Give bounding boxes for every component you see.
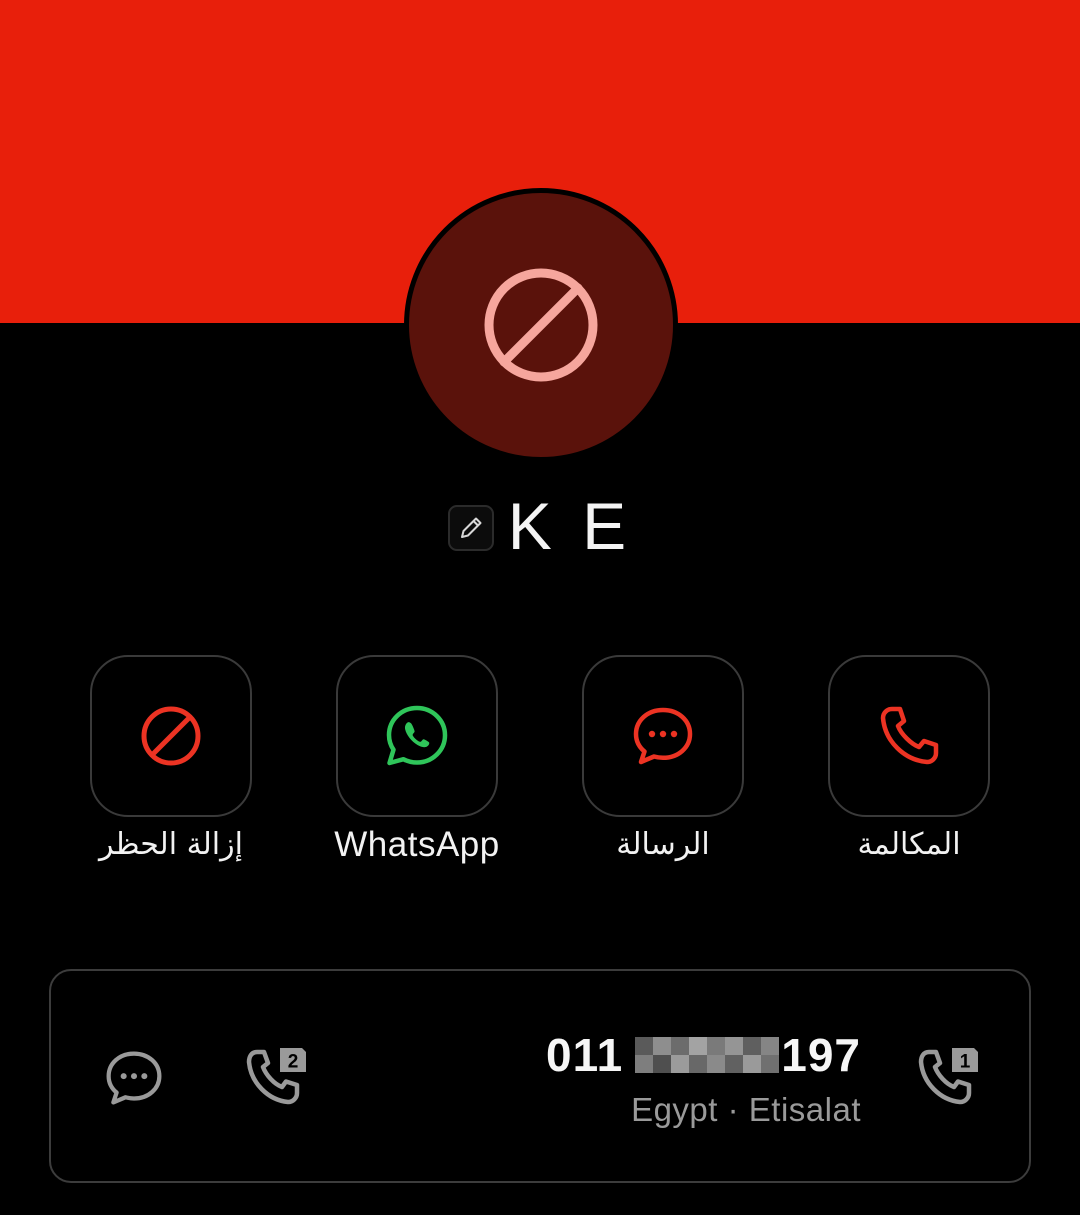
phone-number: 011 197 bbox=[546, 1027, 861, 1083]
send-message-button[interactable] bbox=[101, 1045, 167, 1111]
unblock-action[interactable]: إزالة الحظر bbox=[88, 655, 254, 865]
unblock-label: إزالة الحظر bbox=[99, 827, 243, 862]
call-button[interactable] bbox=[828, 655, 990, 817]
contact-name: K E bbox=[507, 489, 633, 563]
phone-number-prefix: 011 bbox=[546, 1029, 624, 1081]
whatsapp-label: WhatsApp bbox=[334, 825, 500, 864]
phone-number-suffix: 197 bbox=[781, 1029, 861, 1081]
call-sim2-button[interactable]: 2 bbox=[243, 1043, 311, 1111]
phone-number-card[interactable]: 2 011 197 Egypt · Etisalat 1 bbox=[49, 969, 1031, 1183]
block-icon bbox=[484, 268, 598, 382]
block-icon bbox=[141, 706, 201, 766]
edit-name-button[interactable] bbox=[447, 505, 494, 551]
whatsapp-icon bbox=[386, 705, 448, 766]
sim2-label: 2 bbox=[288, 1052, 299, 1073]
call-label: المكالمة bbox=[857, 827, 961, 862]
message-label: الرسالة bbox=[616, 827, 710, 862]
sim1-call-icon: 1 bbox=[918, 1048, 978, 1105]
whatsapp-button[interactable] bbox=[336, 655, 498, 817]
sim1-label: 1 bbox=[960, 1052, 971, 1073]
message-action[interactable]: الرسالة bbox=[580, 655, 746, 865]
redacted-number-block bbox=[635, 1037, 780, 1073]
message-icon bbox=[633, 707, 693, 765]
contact-name-row: K E bbox=[0, 488, 1080, 564]
carrier-label: Egypt · Etisalat bbox=[631, 1091, 861, 1128]
avatar[interactable] bbox=[404, 188, 678, 462]
call-sim1-button[interactable]: 1 bbox=[915, 1043, 983, 1111]
sim2-call-icon: 2 bbox=[246, 1048, 306, 1105]
call-action[interactable]: المكالمة bbox=[826, 655, 992, 865]
pencil-icon bbox=[460, 517, 482, 538]
message-icon bbox=[106, 1051, 162, 1105]
unblock-button[interactable] bbox=[90, 655, 252, 817]
whatsapp-action[interactable]: WhatsApp bbox=[334, 655, 500, 865]
message-button[interactable] bbox=[582, 655, 744, 817]
phone-icon bbox=[880, 706, 939, 765]
